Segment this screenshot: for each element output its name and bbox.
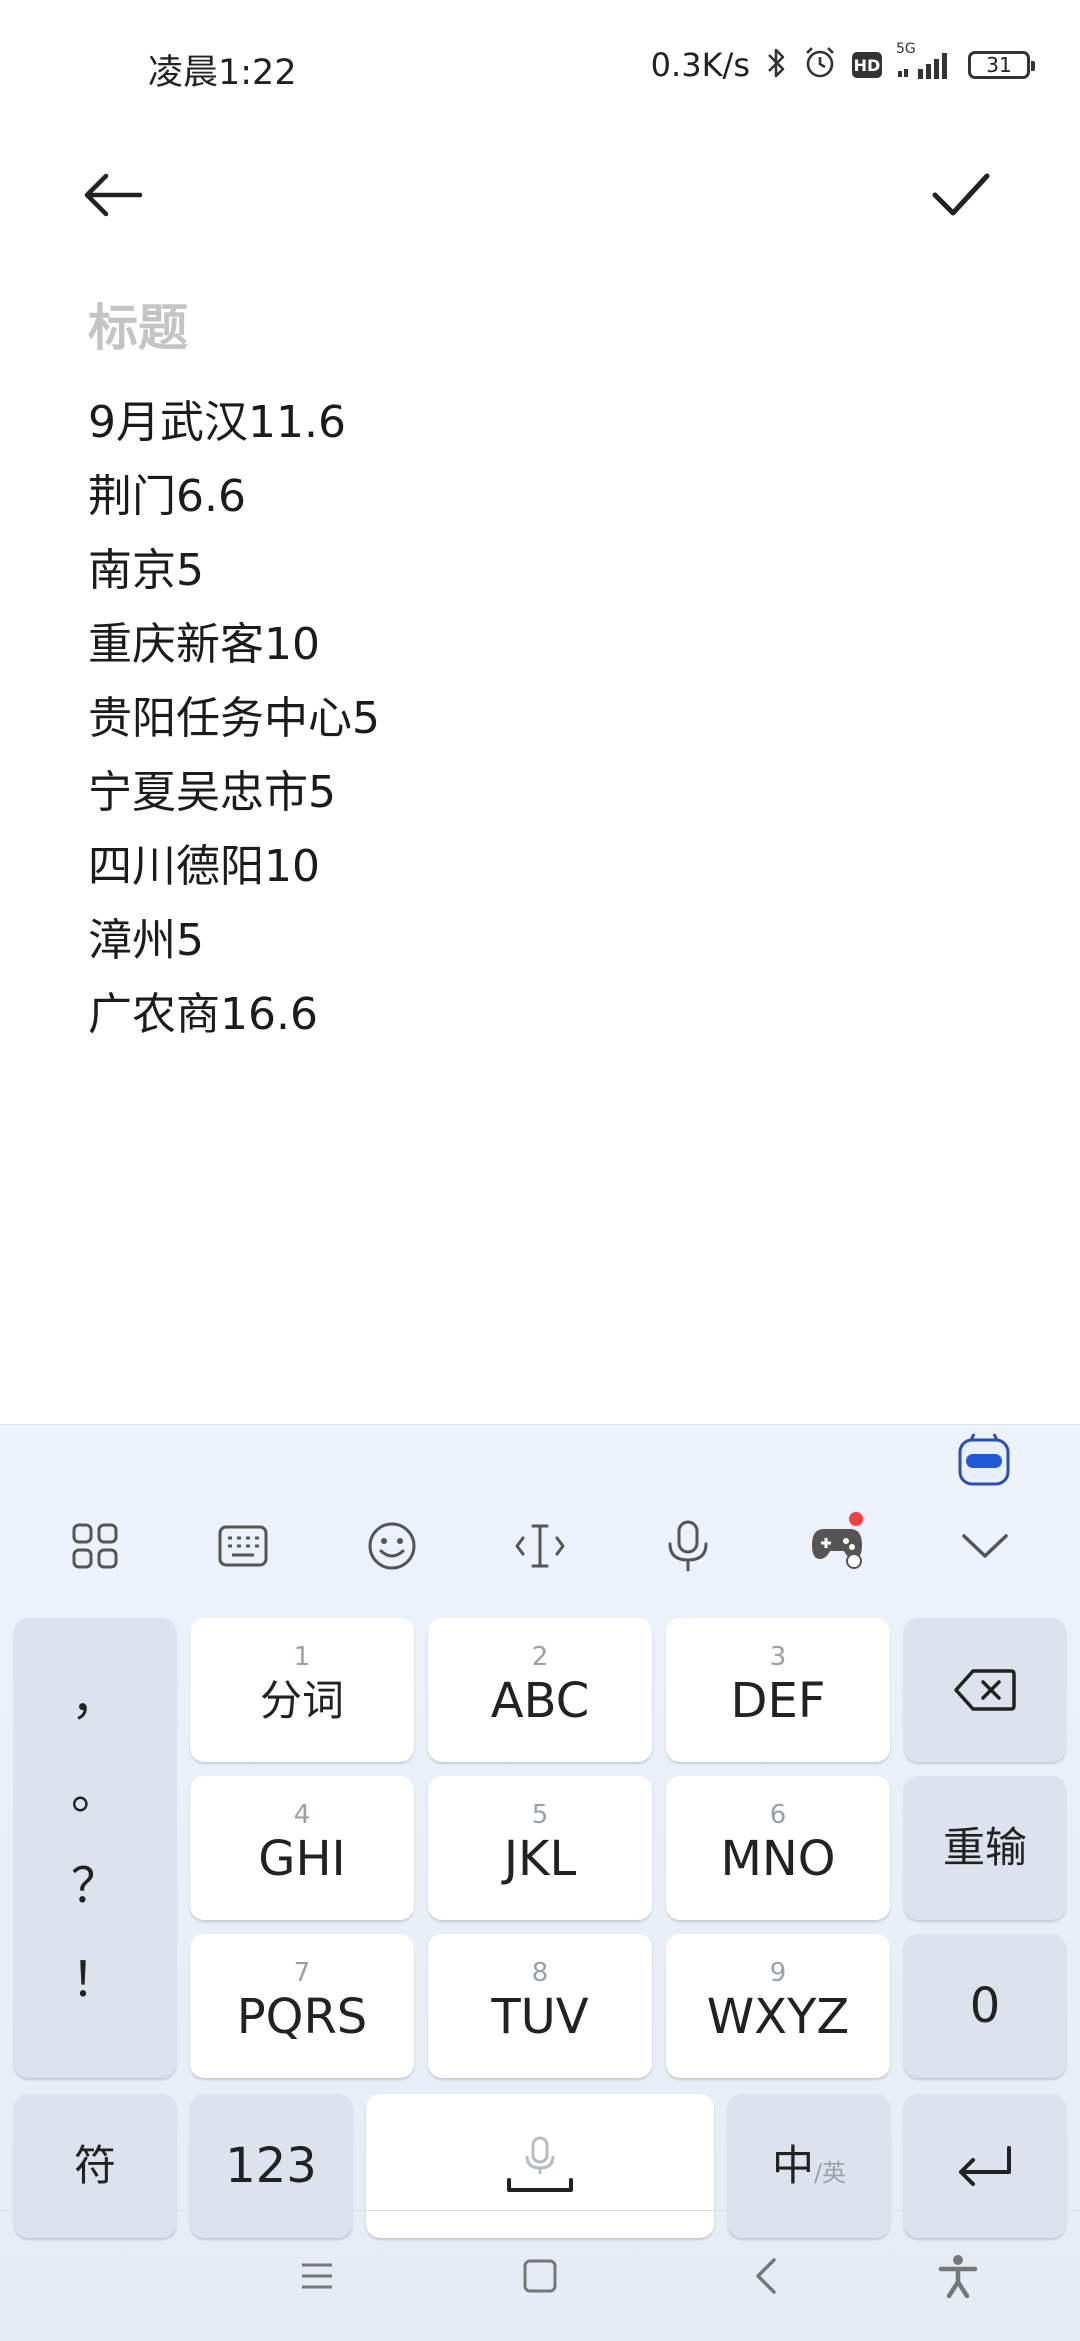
status-time: 凌晨1:22: [148, 53, 297, 93]
key-number: 3: [769, 1642, 787, 1672]
notification-dot: [849, 1512, 863, 1526]
note-line: 重庆新客10: [88, 619, 320, 670]
status-bar: 凌晨1:22 0.3K/s HD 5G 31: [0, 0, 1080, 130]
back-button[interactable]: [78, 160, 148, 230]
note-body[interactable]: 9月武汉11.6 荆门6.6 南京5 重庆新客10 贵阳任务中心5 宁夏吴忠市5…: [88, 386, 380, 1052]
note-line: 宁夏吴忠市5: [88, 767, 336, 818]
keyboard-toolbar: [0, 1504, 1080, 1588]
emoji-icon[interactable]: [350, 1504, 434, 1588]
key-label: JKL: [503, 1831, 577, 1887]
key-number: 5: [531, 1800, 549, 1830]
key-0[interactable]: 0: [904, 1934, 1066, 2078]
key-9-wxyz[interactable]: 9 WXYZ: [666, 1934, 890, 2078]
key-5-jkl[interactable]: 5 JKL: [428, 1776, 652, 1920]
key-number: 1: [293, 1642, 311, 1672]
hd-badge: HD: [852, 52, 882, 78]
exclamation-key[interactable]: ！: [14, 1940, 176, 2010]
note-line: 9月武汉11.6: [88, 397, 346, 448]
note-line: 漳州5: [88, 915, 204, 966]
key-number: 8: [531, 1958, 549, 1988]
key-label: TUV: [491, 1989, 589, 2045]
key-label: PQRS: [236, 1989, 368, 2045]
key-sublabel: /英: [813, 2158, 847, 2187]
key-2-abc[interactable]: 2 ABC: [428, 1618, 652, 1762]
comma-key[interactable]: ，: [14, 1658, 176, 1728]
key-label: MNO: [720, 1831, 836, 1887]
backspace-key[interactable]: [904, 1618, 1066, 1762]
keyboard-icon[interactable]: [201, 1504, 285, 1588]
menu-icon[interactable]: [284, 2243, 350, 2309]
period-key[interactable]: 。: [14, 1752, 176, 1822]
arrow-left-icon: [84, 173, 143, 217]
key-6-mno[interactable]: 6 MNO: [666, 1776, 890, 1920]
key-label: DEF: [730, 1673, 826, 1729]
key-3-def[interactable]: 3 DEF: [666, 1618, 890, 1762]
key-label: 重输: [942, 1823, 1027, 1872]
key-8-tuv[interactable]: 8 TUV: [428, 1934, 652, 2078]
key-label: 0: [969, 1978, 1001, 2034]
key-label: 分词: [259, 1676, 344, 1725]
backspace-icon: [954, 1669, 1016, 1711]
space-mic-icon: [507, 2136, 573, 2192]
key-1-fenci[interactable]: 1 分词: [190, 1618, 414, 1762]
assistant-robot-icon[interactable]: [956, 1432, 1012, 1488]
gamepad-icon[interactable]: [795, 1504, 879, 1588]
key-4-ghi[interactable]: 4 GHI: [190, 1776, 414, 1920]
check-icon: [932, 173, 990, 216]
note-line: 四川德阳10: [88, 841, 320, 892]
note-title-input[interactable]: 标题: [88, 288, 188, 360]
grid-apps-icon[interactable]: [53, 1504, 137, 1588]
bluetooth-icon: [766, 46, 788, 84]
cursor-icon[interactable]: [498, 1504, 582, 1588]
note-line: 广农商16.6: [88, 989, 318, 1040]
key-label: 123: [225, 2138, 317, 2194]
key-label: WXYZ: [706, 1989, 850, 2045]
status-icons: 0.3K/s HD 5G 31: [650, 40, 1035, 90]
key-7-pqrs[interactable]: 7 PQRS: [190, 1934, 414, 2078]
note-line: 贵阳任务中心5: [88, 693, 380, 744]
reinput-key[interactable]: 重输: [904, 1776, 1066, 1920]
note-line: 南京5: [88, 545, 204, 596]
home-square-icon[interactable]: [507, 2243, 573, 2309]
microphone-icon[interactable]: [646, 1504, 730, 1588]
signal-icon: 5G: [896, 41, 954, 83]
key-label: 符: [73, 2141, 116, 2190]
key-number: 9: [769, 1958, 787, 1988]
key-label: ABC: [490, 1673, 590, 1729]
enter-icon: [959, 2146, 1011, 2186]
key-label: GHI: [258, 1831, 346, 1887]
chevron-down-icon[interactable]: [943, 1504, 1027, 1588]
accessibility-icon[interactable]: [925, 2243, 991, 2309]
back-chevron-icon[interactable]: [733, 2243, 799, 2309]
question-key[interactable]: ？: [14, 1846, 176, 1916]
key-number: 7: [293, 1958, 311, 1988]
punctuation-key[interactable]: ， 。 ？ ！: [14, 1618, 176, 2078]
alarm-icon: [802, 45, 838, 85]
save-button[interactable]: [926, 160, 996, 230]
note-line: 荆门6.6: [88, 471, 246, 522]
battery-indicator: 31: [968, 51, 1035, 79]
key-number: 4: [293, 1800, 311, 1830]
key-number: 6: [769, 1800, 787, 1830]
network-speed: 0.3K/s: [650, 46, 750, 84]
navigation-bar: [0, 2210, 1080, 2341]
key-label: 中: [771, 2141, 814, 2190]
key-number: 2: [531, 1642, 549, 1672]
